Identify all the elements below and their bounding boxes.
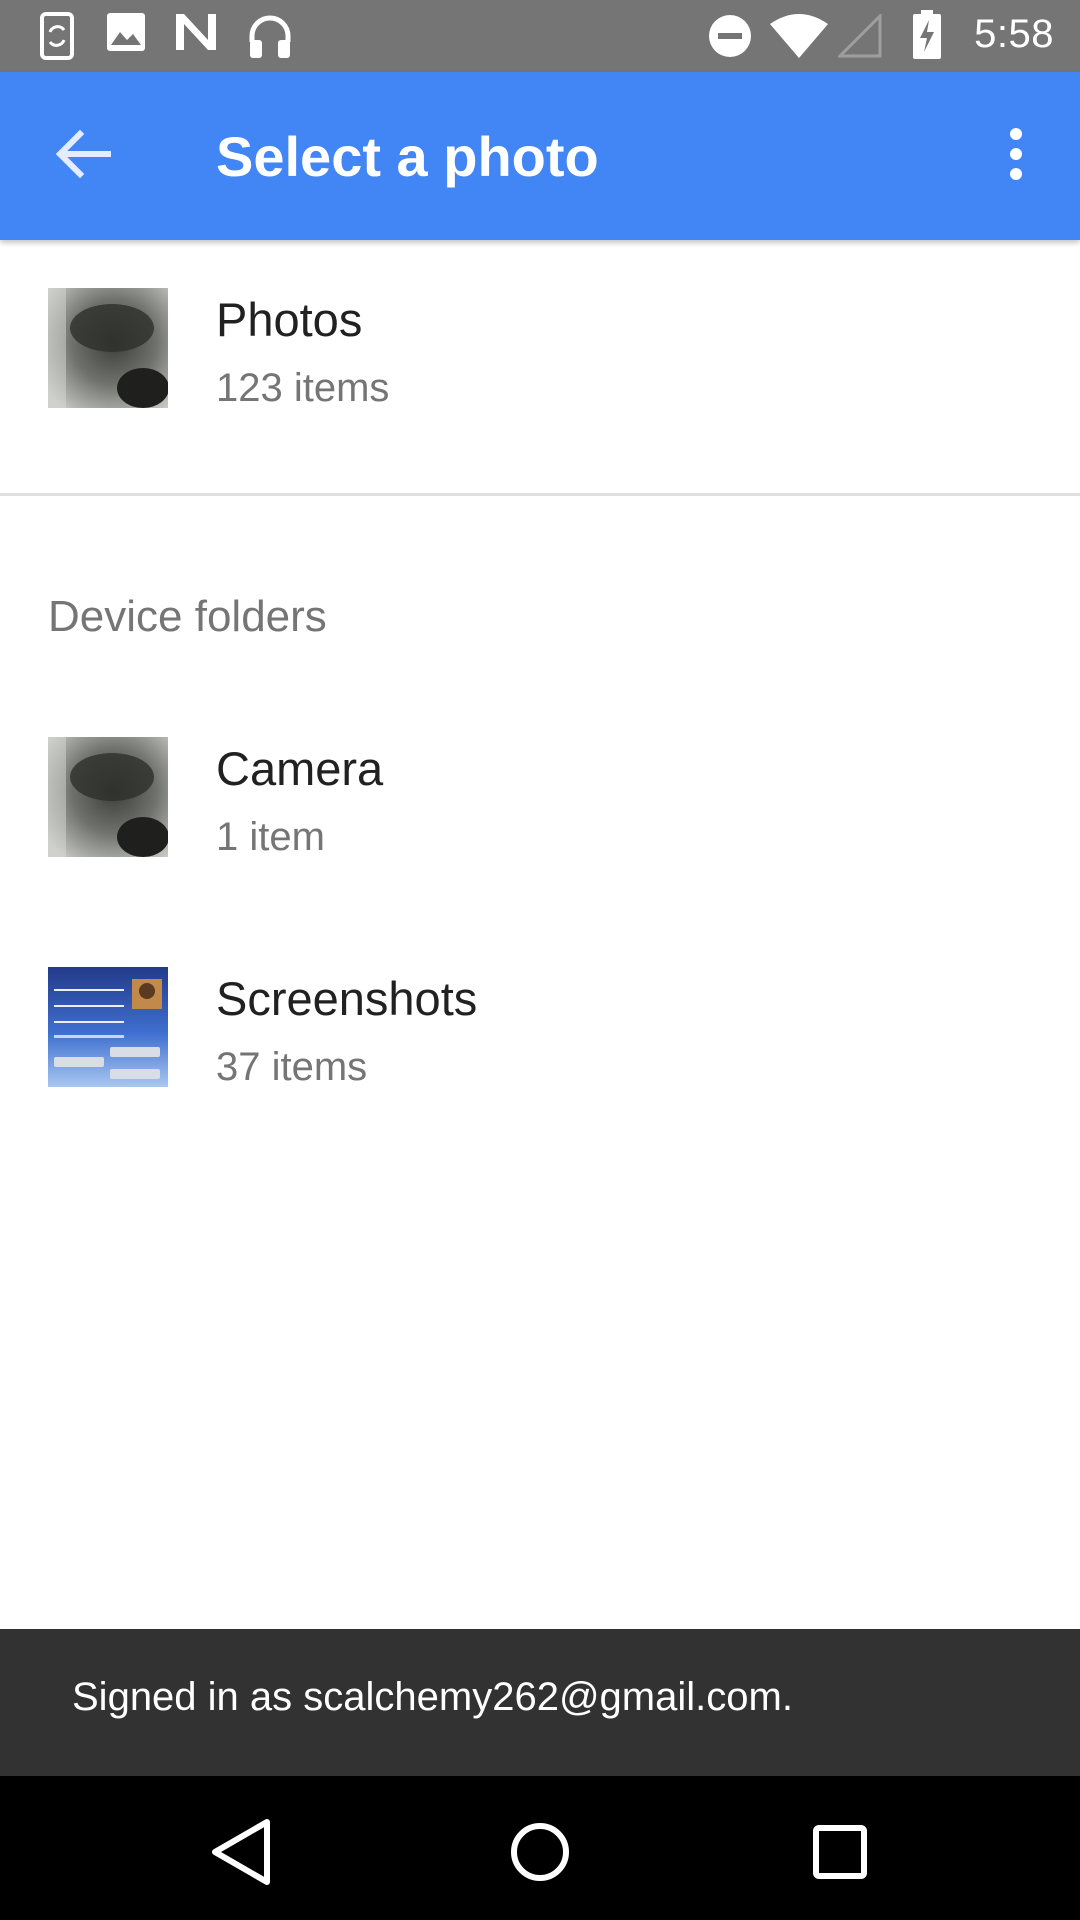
folder-count: 1 item — [216, 815, 325, 859]
screenshots-thumbnail-image — [48, 967, 168, 1087]
folder-name: Screenshots — [216, 972, 478, 1025]
battery-charging-icon — [913, 10, 941, 59]
photo-thumbnail-image — [48, 288, 168, 408]
wifi-icon — [770, 14, 828, 58]
status-time: 5:58 — [974, 12, 1054, 56]
album-item-photos[interactable]: Photos 123 items — [0, 288, 1080, 438]
system-nav-bar — [0, 1776, 1080, 1920]
folder-thumbnail — [48, 737, 168, 857]
snackbar: Signed in as scalchemy262@gmail.com. — [0, 1629, 1080, 1776]
page-title: Select a photo — [216, 125, 599, 188]
section-header: Device folders — [48, 592, 327, 641]
recents-square-icon[interactable] — [800, 1812, 880, 1892]
folder-name: Camera — [216, 742, 384, 795]
camera-thumbnail-image — [48, 737, 168, 857]
album-count: 123 items — [216, 366, 390, 410]
more-vert-icon[interactable] — [986, 124, 1046, 184]
app-bar: Select a photo — [0, 72, 1080, 240]
album-thumbnail — [48, 288, 168, 408]
folder-item-camera[interactable]: Camera 1 item — [0, 737, 1080, 887]
folder-item-screenshots[interactable]: Screenshots 37 items — [0, 967, 1080, 1117]
do-not-disturb-icon — [709, 15, 751, 57]
divider — [0, 493, 1080, 496]
home-circle-icon[interactable] — [500, 1812, 580, 1892]
phone-sync-icon — [40, 12, 74, 60]
folder-count: 37 items — [216, 1045, 368, 1089]
album-name: Photos — [216, 293, 363, 346]
folder-thumbnail — [48, 967, 168, 1087]
arrow-back-icon[interactable] — [48, 118, 120, 190]
image-icon — [107, 13, 145, 51]
status-bar: 5:58 — [0, 0, 1080, 72]
snackbar-message: Signed in as scalchemy262@gmail.com. — [72, 1675, 793, 1719]
signal-icon — [838, 14, 882, 58]
n-logo-icon — [176, 14, 216, 50]
headphones-icon — [249, 15, 291, 58]
back-triangle-icon[interactable] — [201, 1812, 281, 1892]
